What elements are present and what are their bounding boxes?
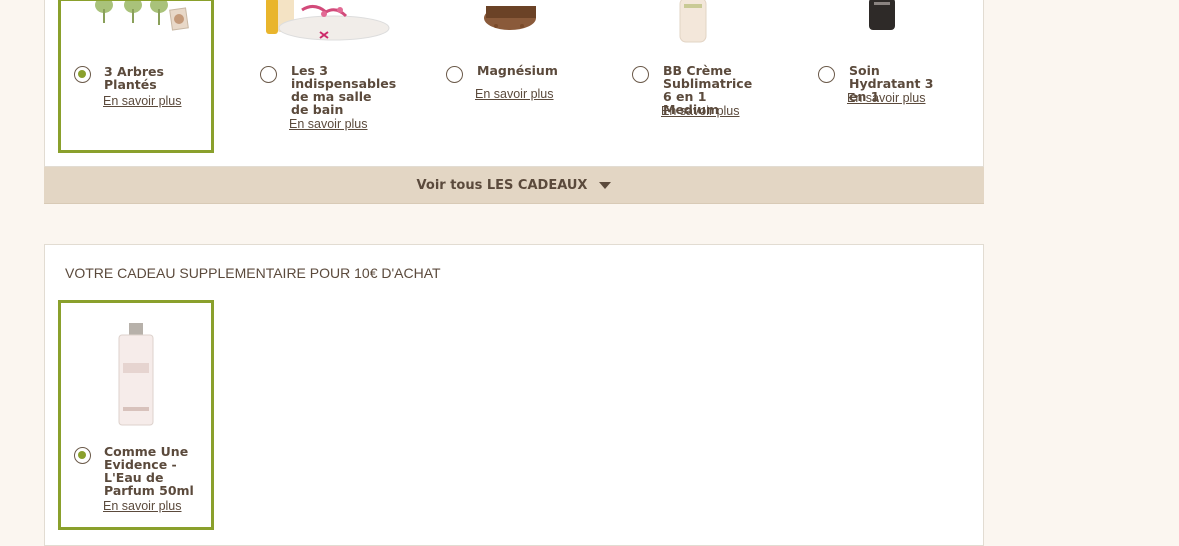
gift-card-arbres[interactable]: 3 Arbres Plantés En savoir plus bbox=[58, 0, 214, 153]
gift-more-link-evidence[interactable]: En savoir plus bbox=[103, 499, 182, 513]
gift-card-evidence[interactable]: Comme Une Evidence - L'Eau de Parfum 50m… bbox=[58, 300, 214, 530]
gift-image-bb-cream bbox=[679, 0, 707, 43]
gift-image-perfume bbox=[118, 323, 154, 426]
gift-more-link-indispensables[interactable]: En savoir plus bbox=[289, 117, 368, 131]
gift-radio-evidence[interactable] bbox=[74, 447, 91, 464]
gift-name-evidence: Comme Une Evidence - L'Eau de Parfum 50m… bbox=[104, 444, 194, 498]
see-all-prefix: Voir tous bbox=[416, 177, 487, 193]
see-all-label: LES CADEAUX bbox=[486, 177, 588, 193]
section-title: VOTRE CADEAU SUPPLEMENTAIRE POUR 10€ D'A… bbox=[65, 265, 441, 281]
gift-radio-soin-hydratant[interactable] bbox=[818, 66, 835, 83]
chevron-down-icon bbox=[599, 182, 612, 189]
extra-gift-panel: VOTRE CADEAU SUPPLEMENTAIRE POUR 10€ D'A… bbox=[44, 244, 984, 546]
gift-more-link-magnesium[interactable]: En savoir plus bbox=[475, 87, 554, 101]
gift-card-indispensables[interactable]: Les 3 indispensables de ma salle de bain… bbox=[244, 0, 400, 148]
gift-card-bb-creme[interactable]: BB Crème Sublimatrice 6 en 1 Medium En s… bbox=[616, 0, 772, 148]
gift-more-link-arbres[interactable]: En savoir plus bbox=[103, 94, 182, 108]
gift-card-magnesium[interactable]: Magnésium En savoir plus bbox=[430, 0, 586, 148]
gift-more-link-bb-creme[interactable]: En savoir plus bbox=[661, 104, 740, 118]
gift-card-soin-hydratant[interactable]: Soin Hydratant 3 en 1 En savoir plus bbox=[802, 0, 958, 148]
gift-image-magnesium bbox=[484, 6, 536, 30]
gift-image-soin-hydratant bbox=[869, 0, 895, 30]
gift-radio-magnesium[interactable] bbox=[446, 66, 463, 83]
gift-selection-panel: 3 Arbres Plantés En savoir plus Les 3 in… bbox=[44, 0, 984, 167]
gift-image-trees bbox=[95, 1, 189, 31]
gift-radio-bb-creme[interactable] bbox=[632, 66, 649, 83]
gift-more-link-soin-hydratant[interactable]: En savoir plus bbox=[847, 91, 926, 105]
gift-name-magnesium: Magnésium bbox=[477, 63, 558, 78]
gift-image-bath-kit bbox=[266, 0, 390, 41]
gift-radio-arbres[interactable] bbox=[74, 66, 91, 83]
see-all-gifts-button[interactable]: Voir tous LES CADEAUX bbox=[44, 167, 984, 204]
gift-name-arbres: 3 Arbres Plantés bbox=[104, 64, 164, 92]
gift-name-indispensables: Les 3 indispensables de ma salle de bain bbox=[291, 63, 397, 117]
gift-radio-indispensables[interactable] bbox=[260, 66, 277, 83]
